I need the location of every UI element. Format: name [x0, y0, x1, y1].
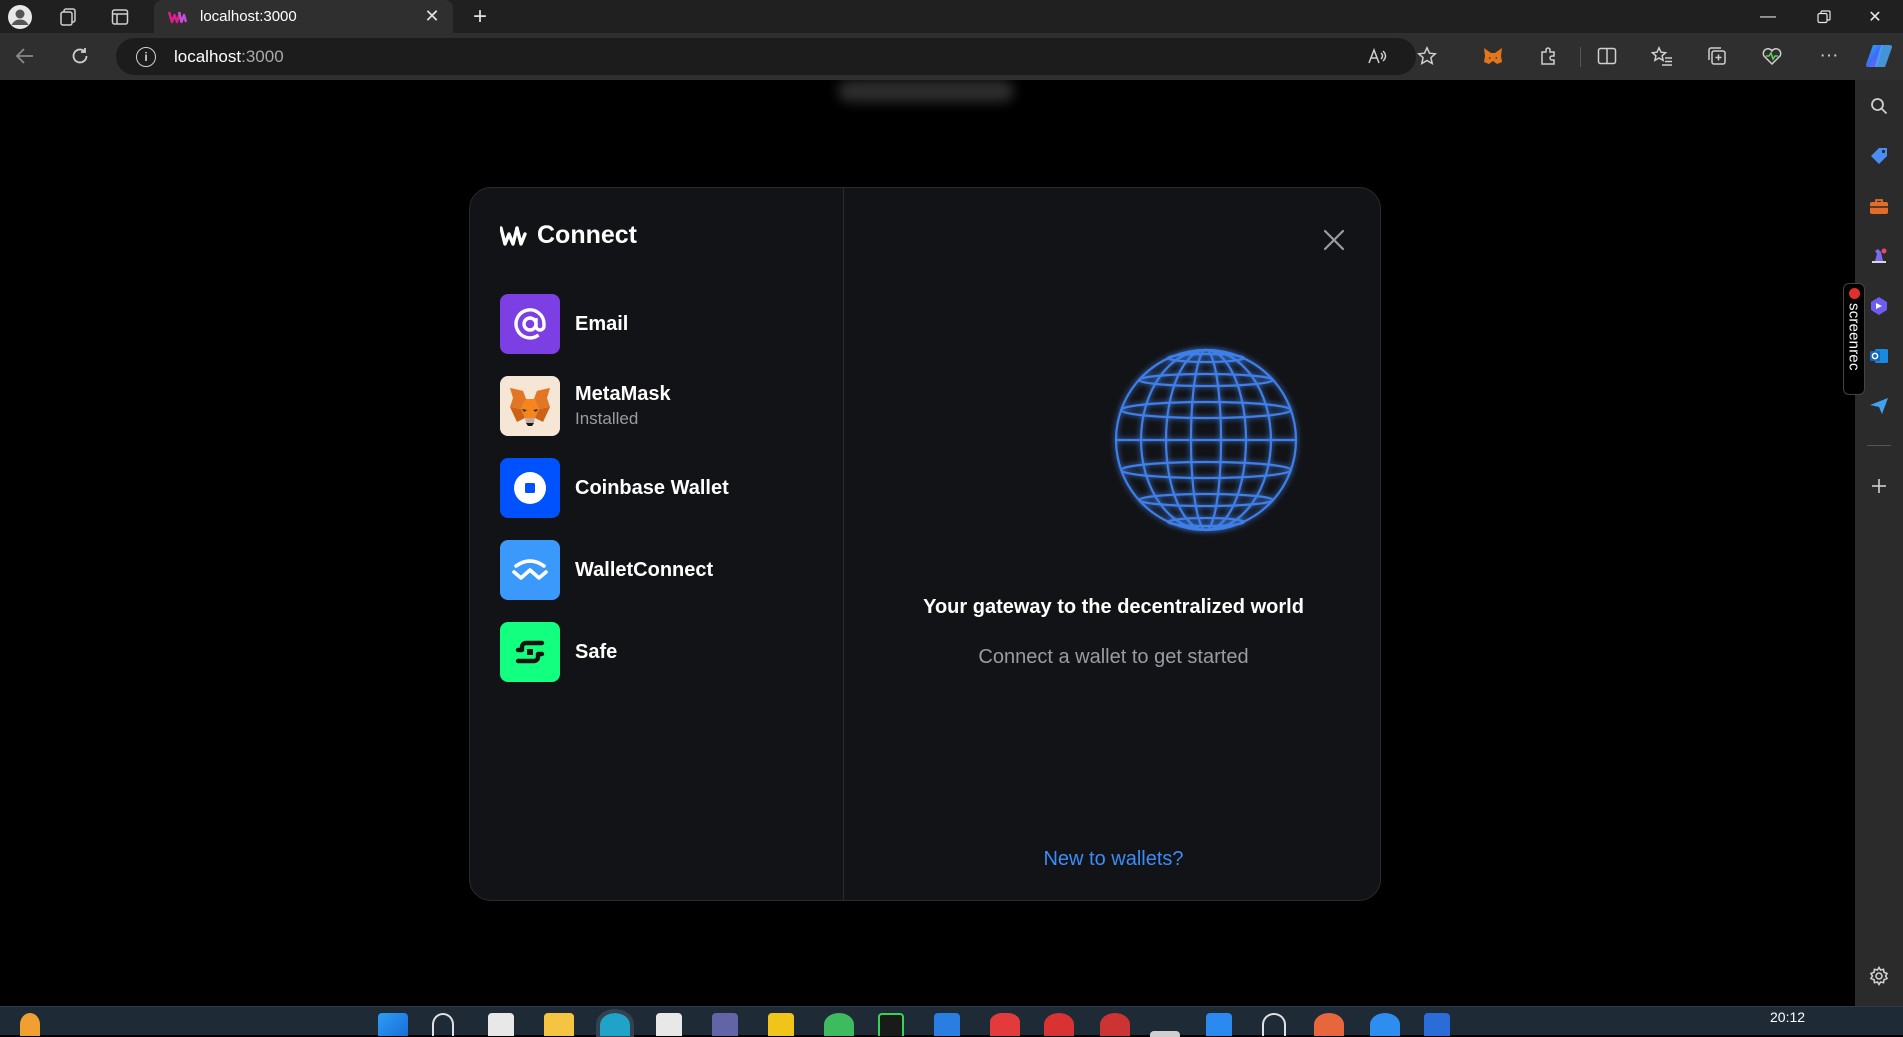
profile-icon[interactable]	[0, 0, 40, 33]
favorite-star-icon[interactable]	[1410, 39, 1444, 73]
browser-sidebar	[1855, 80, 1903, 1006]
taskbar-app-icon[interactable]	[1314, 1013, 1344, 1036]
start-icon[interactable]	[378, 1013, 408, 1036]
connect-modal: Connect Email MetaMask Installed Coinbas…	[469, 187, 1381, 901]
metamask-fox-icon	[500, 376, 560, 436]
taskbar-search-icon[interactable]	[432, 1013, 454, 1036]
blurred-header-button	[838, 80, 1014, 102]
back-button[interactable]	[6, 39, 44, 73]
screenrec-label: screenrec	[1845, 303, 1863, 371]
tools-briefcase-icon[interactable]	[1863, 190, 1895, 222]
close-window-button[interactable]: ✕	[1847, 0, 1903, 33]
screenrec-widget[interactable]: screenrec	[1843, 283, 1865, 395]
browser-tab-bar: localhost:3000 ✕ + — ✕	[0, 0, 1903, 33]
site-info-icon[interactable]: i	[136, 46, 156, 67]
wallet-option-coinbase[interactable]: Coinbase Wallet	[500, 458, 820, 518]
modal-close-button[interactable]	[1318, 224, 1350, 256]
close-icon	[1323, 229, 1345, 251]
settings-app-icon[interactable]	[1262, 1013, 1286, 1036]
modal-header: Connect	[500, 221, 637, 250]
address-bar[interactable]: i localhost:3000	[116, 38, 1416, 75]
collections-icon[interactable]	[1700, 39, 1734, 73]
tab-title: localhost:3000	[200, 8, 297, 25]
page-viewport: Connect Email MetaMask Installed Coinbas…	[0, 80, 1855, 1006]
new-to-wallets-link[interactable]: New to wallets?	[845, 848, 1380, 871]
browser-essentials-icon[interactable]	[1755, 39, 1789, 73]
tab-close-icon[interactable]: ✕	[421, 6, 443, 27]
read-aloud-icon[interactable]	[1360, 39, 1394, 73]
wallet-name: Email	[575, 312, 629, 335]
minimize-button[interactable]: —	[1740, 0, 1796, 33]
store-icon[interactable]	[656, 1013, 682, 1036]
task-view-icon[interactable]	[488, 1013, 514, 1036]
tab-actions-icon[interactable]	[100, 0, 140, 33]
games-icon[interactable]	[1863, 240, 1895, 272]
wallet-list-panel: Connect Email MetaMask Installed Coinbas…	[470, 188, 844, 900]
metamask-extension-icon[interactable]	[1476, 39, 1510, 73]
chrome-profile-icon[interactable]	[1100, 1013, 1130, 1036]
shopping-tag-icon[interactable]	[1863, 140, 1895, 172]
teams-icon[interactable]	[712, 1013, 738, 1036]
wallet-name: Safe	[575, 640, 618, 663]
email-at-icon	[500, 294, 560, 354]
taskbar-app-icon[interactable]	[1370, 1013, 1400, 1036]
favorites-icon[interactable]	[1645, 39, 1679, 73]
copilot-icon[interactable]	[1862, 39, 1896, 73]
record-dot-icon	[1848, 288, 1860, 299]
browser-tab-active[interactable]: localhost:3000 ✕	[154, 0, 453, 33]
wallet-name: MetaMask	[575, 383, 671, 405]
outlook-icon[interactable]	[1863, 340, 1895, 372]
more-menu-icon[interactable]: ···	[1812, 39, 1846, 73]
workspaces-icon[interactable]	[48, 0, 88, 33]
split-screen-icon[interactable]	[1590, 39, 1624, 73]
copilot-designer-icon[interactable]	[1863, 290, 1895, 322]
sidebar-separator	[1867, 445, 1891, 446]
taskbar-app-icon[interactable]	[1424, 1013, 1450, 1036]
wallet-name: WalletConnect	[575, 558, 714, 581]
coinbase-icon	[500, 458, 560, 518]
taskbar-clock[interactable]: 20:12	[1770, 1009, 1805, 1025]
whatsapp-icon[interactable]	[824, 1013, 854, 1036]
wallet-status: Installed	[575, 409, 639, 428]
walletconnect-icon	[500, 540, 560, 600]
vscode-icon[interactable]	[1206, 1013, 1232, 1036]
browser-toolbar: i localhost:3000 ···	[0, 33, 1903, 80]
windows-taskbar: 20:12	[0, 1006, 1903, 1037]
address-port: :3000	[241, 46, 284, 66]
chrome-profile-icon[interactable]	[1044, 1013, 1074, 1036]
safe-icon	[500, 622, 560, 682]
thirdweb-logo-icon	[500, 225, 527, 246]
taskbar-app-icon[interactable]	[990, 1013, 1020, 1036]
taskbar-app-icon[interactable]	[768, 1013, 794, 1036]
sidebar-settings-icon[interactable]	[1863, 960, 1895, 992]
modal-title: Connect	[537, 221, 637, 249]
edge-icon[interactable]	[596, 1009, 634, 1037]
extensions-icon[interactable]	[1531, 39, 1565, 73]
thirdweb-favicon-icon	[168, 11, 188, 23]
modal-tagline: Your gateway to the decentralized world	[923, 596, 1304, 618]
modal-subline: Connect a wallet to get started	[978, 646, 1249, 668]
address-host: localhost	[174, 46, 242, 66]
pycharm-icon[interactable]	[878, 1013, 904, 1036]
wallet-option-safe[interactable]: Safe	[500, 622, 820, 682]
restore-button[interactable]	[1796, 0, 1852, 33]
wallet-name: Coinbase Wallet	[575, 476, 729, 499]
taskbar-app-icon[interactable]	[934, 1013, 960, 1036]
refresh-button[interactable]	[61, 39, 99, 73]
wallet-option-email[interactable]: Email	[500, 294, 820, 354]
wallet-option-metamask[interactable]: MetaMask Installed	[500, 376, 820, 436]
globe-illustration-icon	[1114, 348, 1298, 532]
welcome-panel	[845, 188, 1380, 900]
file-explorer-icon[interactable]	[544, 1013, 574, 1036]
toolbar-separator	[1580, 47, 1581, 67]
new-tab-button[interactable]: +	[462, 0, 498, 33]
search-icon[interactable]	[1863, 90, 1895, 122]
wallet-option-walletconnect[interactable]: WalletConnect	[500, 540, 820, 600]
widgets-icon[interactable]	[20, 1013, 40, 1036]
taskbar-app-icon[interactable]	[1150, 1031, 1180, 1037]
add-sidebar-app-icon[interactable]	[1863, 470, 1895, 502]
send-icon[interactable]	[1863, 390, 1895, 422]
